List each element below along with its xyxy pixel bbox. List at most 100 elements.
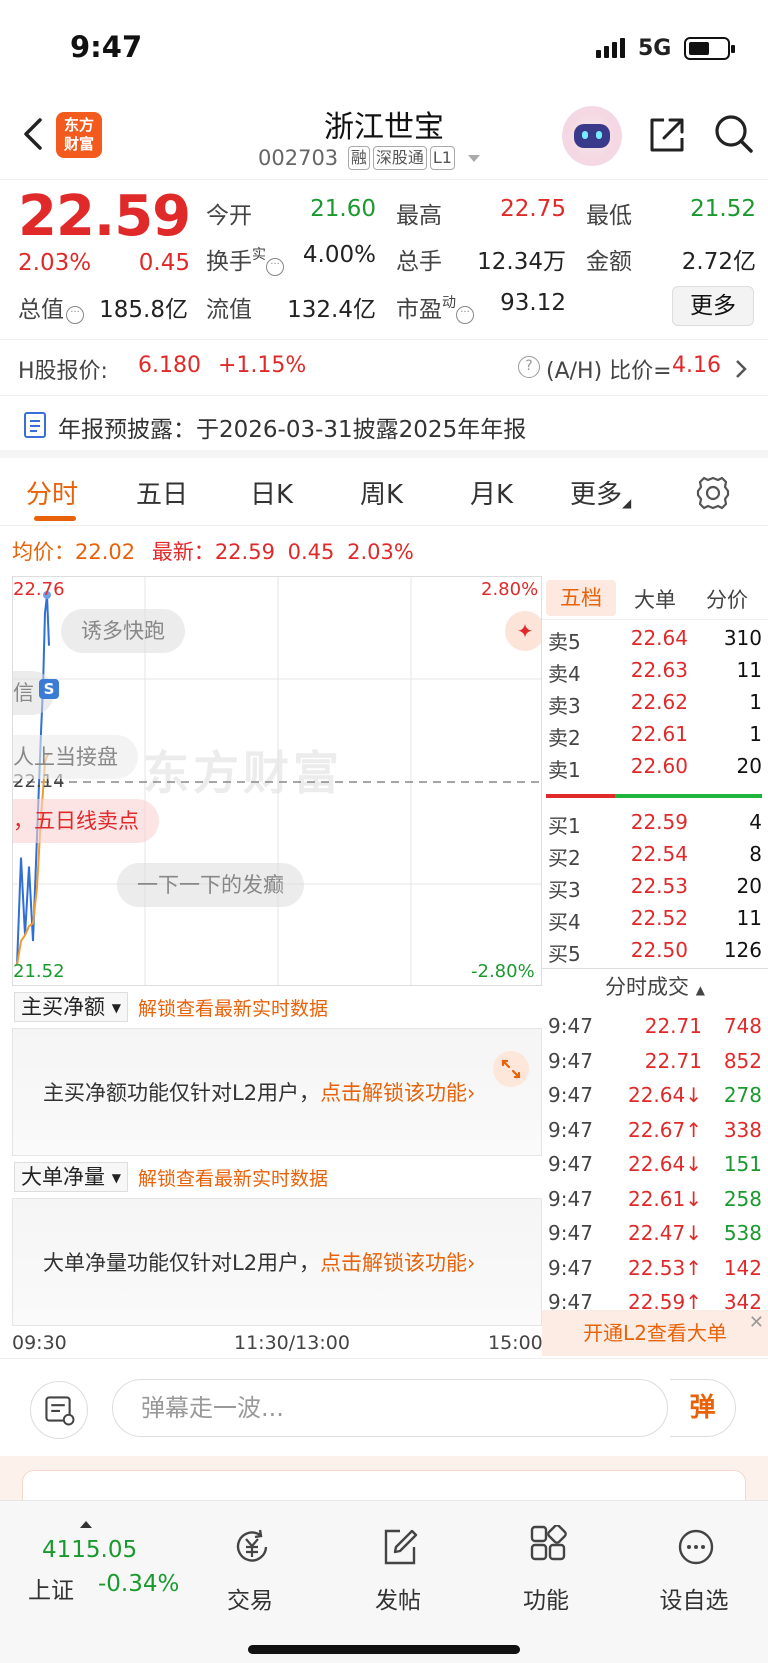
level-volume: 4 (749, 810, 762, 834)
level-volume: 310 (723, 626, 762, 650)
level-label: 买4 (548, 910, 581, 934)
net-buy-select[interactable]: 主买净额 ▼ (14, 992, 128, 1022)
tick-volume: 748 (723, 1014, 762, 1038)
level-volume: 11 (736, 906, 762, 930)
big-order-select[interactable]: 大单净量 ▼ (14, 1162, 128, 1192)
dropdown-icon[interactable] (467, 155, 480, 162)
pe-sup: 动 (442, 295, 456, 311)
chevron-right-icon (736, 360, 747, 378)
bid-row[interactable]: 买5 22.50 126 (542, 936, 768, 968)
edit-icon (384, 1529, 418, 1565)
expand-icon[interactable] (493, 1051, 529, 1087)
unlock-cta[interactable]: 点击解锁该功能› (320, 1251, 475, 1275)
float-value: 132.4亿 (287, 297, 376, 323)
more-button[interactable]: 更多 (672, 286, 754, 326)
network-label: 5G (638, 36, 672, 61)
hshare-price: 6.180 (138, 353, 201, 378)
y-top-label: 22.76 (13, 579, 65, 600)
tab-big-orders[interactable]: 大单 (634, 584, 676, 614)
level-label: 买5 (548, 942, 581, 966)
turnover-label: 换手实··· (206, 242, 284, 276)
bid-row[interactable]: 买3 22.53 20 (542, 872, 768, 904)
more-dots-icon[interactable]: ··· (66, 306, 84, 324)
tab-weekly-k[interactable]: 周K (360, 474, 403, 511)
ticks-title: 分时成交 (605, 975, 690, 999)
more-dots-icon[interactable]: ··· (456, 306, 474, 324)
level-volume: 11 (736, 658, 762, 682)
open-value: 21.60 (310, 196, 376, 222)
tick-time: 9:47 (548, 1221, 593, 1245)
tick-price: 22.67↑ (627, 1117, 702, 1142)
more-dots-icon[interactable]: ··· (266, 258, 284, 276)
danmaku-settings-icon[interactable] (30, 1381, 88, 1439)
level-volume: 1 (749, 690, 762, 714)
level-label: 卖3 (548, 694, 581, 718)
danmaku-bar: 弹幕走一波... 弹 (0, 1358, 768, 1458)
hshare-row[interactable]: H股报价: 6.180 +1.15% ? (A/H) 比价= 4.16 (0, 340, 768, 396)
gear-icon[interactable] (694, 474, 732, 512)
tab-intraday[interactable]: 分时 (26, 474, 78, 511)
level-volume: 20 (736, 874, 762, 898)
bid-row[interactable]: 买4 22.52 11 (542, 904, 768, 936)
tick-price: 22.47↓ (627, 1221, 702, 1245)
caret-up-icon: ▲ (695, 983, 705, 997)
ah-ratio-value: 4.16 (672, 353, 721, 378)
unlock-cta[interactable]: 点击解锁该功能› (320, 1081, 475, 1105)
tick-row: 9:47 22.53↑ 142 (542, 1254, 768, 1286)
home-indicator (248, 1645, 520, 1654)
tab-underline (34, 516, 76, 521)
signal-icon (596, 38, 628, 58)
tick-row: 9:47 22.67↑ 338 (542, 1116, 768, 1148)
tick-row: 9:47 22.64↓ 151 (542, 1150, 768, 1182)
danmaku-send-button[interactable]: 弹 (670, 1379, 736, 1437)
stock-subtitle[interactable]: 002703 融深股通 L1 (258, 146, 480, 170)
tab-price-dist[interactable]: 分价 (706, 584, 748, 614)
tab-daily-k[interactable]: 日K (250, 474, 293, 511)
close-icon[interactable]: ✕ (749, 1314, 764, 1332)
pct-top-label: 2.80% (481, 579, 539, 600)
share-icon[interactable] (646, 114, 688, 156)
ask-row[interactable]: 卖3 22.62 1 (542, 688, 768, 720)
info-change: 0.45 (287, 540, 335, 564)
ticks-header[interactable]: 分时成交 ▲ (542, 968, 768, 1006)
intraday-chart[interactable]: 东方财富 22.76 22.14 21.52 2.80% -2.80% 诱多快跑… (12, 576, 542, 986)
danmaku-input[interactable]: 弹幕走一波... (112, 1379, 668, 1437)
level-price: 22.61 (630, 722, 688, 746)
level-price: 22.54 (630, 842, 688, 866)
chart-info-line: 均价：22.02 最新：22.59 0.45 2.03% (12, 536, 414, 566)
tick-time: 9:47 (548, 1048, 593, 1073)
hshare-change: +1.15% (218, 353, 307, 378)
change-amount: 0.45 (138, 250, 190, 276)
unlock-link[interactable]: 解锁查看最新实时数据 (138, 994, 328, 1021)
chart-tabs: 分时 五日 日K 周K 月K 更多◢ (0, 462, 768, 526)
status-bar: 9:47 5G (0, 0, 768, 96)
ask-row[interactable]: 卖4 22.63 11 (542, 656, 768, 688)
unlock-link[interactable]: 解锁查看最新实时数据 (138, 1164, 328, 1191)
tab-five-level[interactable]: 五档 (546, 580, 616, 616)
stock-code: 002703 (258, 146, 339, 170)
bid-row[interactable]: 买1 22.59 4 (542, 808, 768, 840)
ask-row[interactable]: 卖5 22.64 310 (542, 624, 768, 656)
bid-row[interactable]: 买2 22.54 8 (542, 840, 768, 872)
help-icon[interactable]: ? (518, 356, 540, 378)
assistant-robot-icon[interactable] (562, 106, 622, 166)
net-buy-locked-panel: 主买净额功能仅针对L2用户，点击解锁该功能› (12, 1028, 542, 1156)
tab-more[interactable]: 更多◢ (570, 474, 631, 511)
tab-monthly-k[interactable]: 月K (470, 474, 513, 511)
l2-upgrade-banner[interactable]: 开通L2查看大单 ✕ (542, 1310, 768, 1356)
status-time: 9:47 (70, 30, 143, 64)
index-widget[interactable]: 4115.05 上证 -0.34% (0, 1501, 179, 1611)
promo-banner[interactable] (0, 1456, 768, 1530)
annual-report-row[interactable]: 年报预披露：于2026-03-31披露2025年年报 (0, 396, 768, 458)
select-label: 主买净额 (21, 995, 105, 1019)
locked-message-text: 大单净量功能仅针对L2用户， (43, 1251, 321, 1275)
search-icon[interactable] (712, 112, 756, 156)
firecracker-icon[interactable]: ✦ (505, 611, 541, 651)
event-marker-s[interactable]: S (39, 679, 59, 699)
level-label: 买2 (548, 846, 581, 870)
avg-label: 均价： (12, 540, 75, 564)
tab-five-day[interactable]: 五日 (136, 474, 188, 511)
ask-row[interactable]: 卖1 22.60 20 (542, 752, 768, 784)
ask-row[interactable]: 卖2 22.61 1 (542, 720, 768, 752)
turnover-sup: 实 (252, 247, 266, 263)
